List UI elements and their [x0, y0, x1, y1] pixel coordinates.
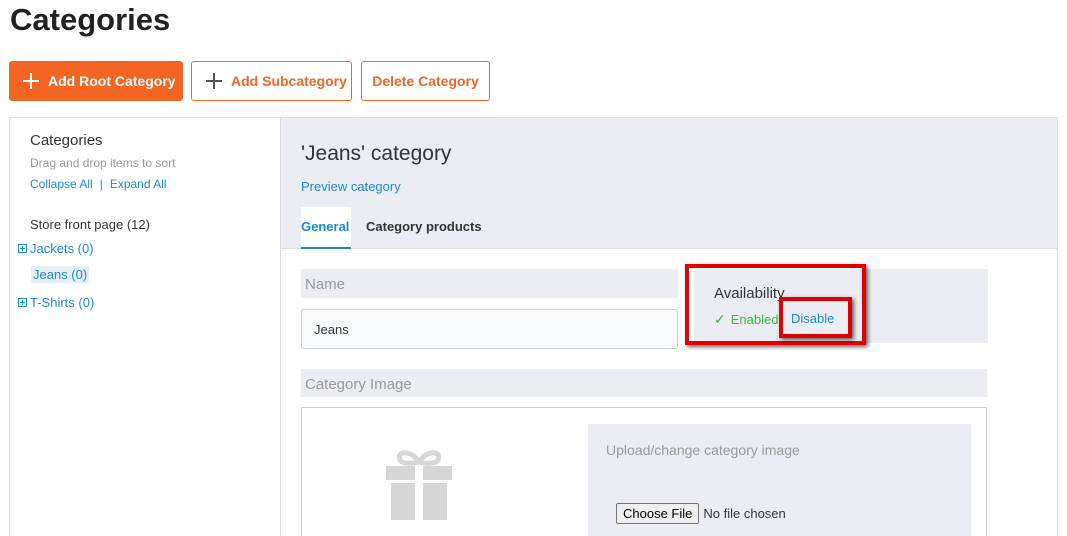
- plus-icon: [23, 73, 39, 89]
- category-tree-sidebar: Categories Drag and drop items to sort C…: [10, 118, 281, 536]
- tree-item-label: Jackets (0): [30, 241, 94, 256]
- plus-icon: [206, 73, 222, 89]
- tree-item-jeans[interactable]: Jeans (0): [31, 266, 90, 283]
- add-subcategory-button[interactable]: Add Subcategory: [191, 61, 352, 101]
- sidebar-title: Categories: [30, 132, 103, 149]
- delete-category-label: Delete Category: [372, 73, 479, 89]
- tab-general[interactable]: General: [301, 207, 351, 249]
- category-details: 'Jeans' category Preview category Genera…: [281, 118, 1057, 536]
- category-header: 'Jeans' category Preview category Genera…: [281, 118, 1057, 249]
- tree-item-t-shirts[interactable]: T-Shirts (0): [18, 295, 94, 310]
- choose-file-button[interactable]: Choose File: [616, 503, 700, 524]
- tree-controls-separator: |: [99, 177, 103, 191]
- add-subcategory-label: Add Subcategory: [231, 73, 347, 89]
- tree-item-jackets[interactable]: Jackets (0): [18, 241, 94, 256]
- disable-highlight-box: [779, 297, 852, 338]
- file-input: Choose File No file chosen: [616, 503, 786, 524]
- category-image-label: Category Image: [301, 369, 987, 397]
- tree-item-label: T-Shirts (0): [30, 295, 95, 310]
- sidebar-hint: Drag and drop items to sort: [30, 156, 176, 170]
- expand-all-link[interactable]: Expand All: [110, 177, 167, 191]
- name-field[interactable]: Jeans: [301, 309, 678, 349]
- tab-category-products[interactable]: Category products: [366, 207, 482, 249]
- file-status-text: No file chosen: [703, 506, 786, 521]
- expand-icon[interactable]: [18, 298, 27, 307]
- add-root-category-label: Add Root Category: [48, 73, 176, 89]
- preview-category-link[interactable]: Preview category: [301, 179, 401, 194]
- category-editor-panel: Categories Drag and drop items to sort C…: [9, 117, 1058, 536]
- add-root-category-button[interactable]: Add Root Category: [9, 61, 183, 101]
- expand-icon[interactable]: [18, 244, 27, 253]
- tree-item-label: Jeans (0): [33, 267, 88, 282]
- name-label: Name: [301, 269, 678, 298]
- upload-section: Upload/change category image Choose File…: [588, 424, 971, 536]
- gift-icon: [386, 450, 452, 520]
- tree-controls: Collapse All | Expand All: [30, 177, 167, 191]
- category-title: 'Jeans' category: [301, 142, 452, 165]
- delete-category-button[interactable]: Delete Category: [361, 61, 490, 101]
- category-image-area: Upload/change category image Choose File…: [301, 407, 987, 536]
- upload-title: Upload/change category image: [606, 442, 800, 458]
- tree-root-item[interactable]: Store front page (12): [30, 217, 150, 232]
- collapse-all-link[interactable]: Collapse All: [30, 177, 93, 191]
- page-title: Categories: [10, 2, 171, 37]
